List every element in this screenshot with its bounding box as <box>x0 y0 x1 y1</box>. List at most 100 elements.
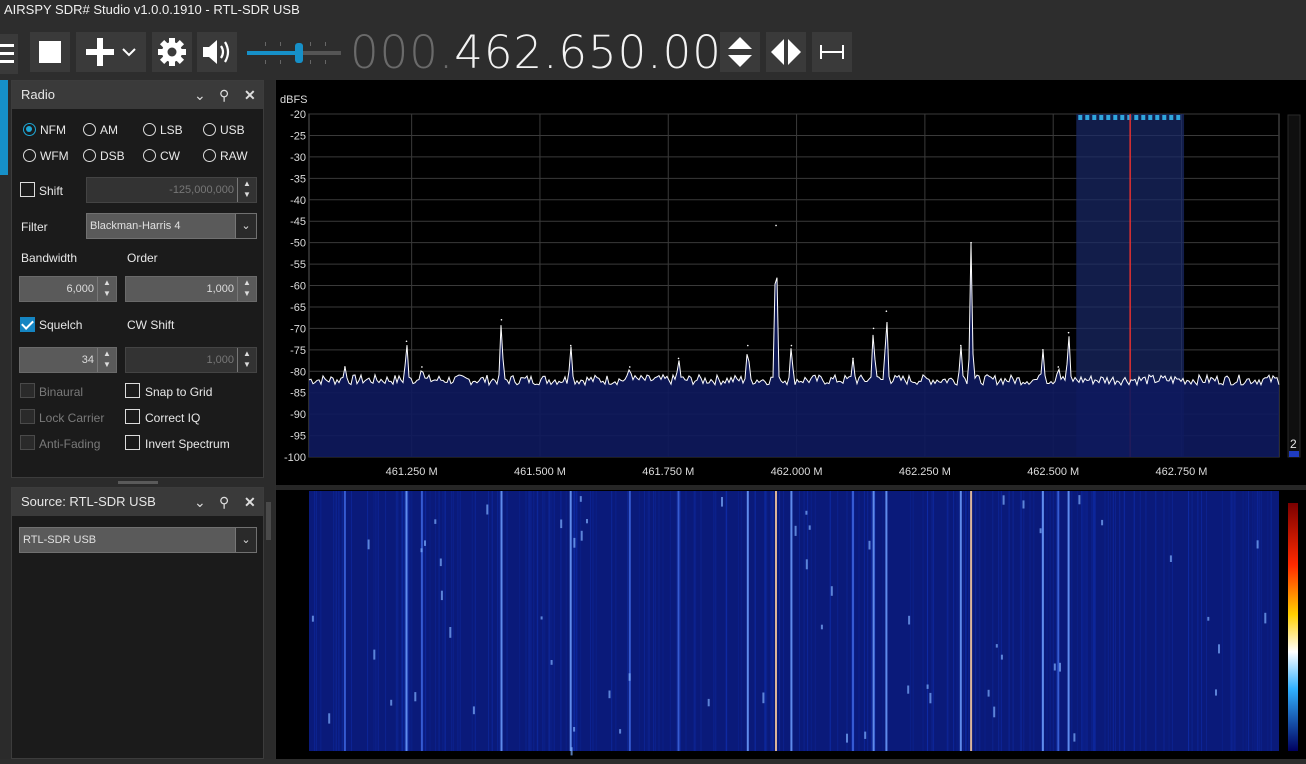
binaural-checkbox[interactable] <box>20 383 35 398</box>
chevron-down-icon[interactable]: ⌄ <box>235 214 256 238</box>
waterfall-column <box>1252 491 1254 751</box>
source-device-value: RTL-SDR USB <box>23 534 97 546</box>
chevron-down-icon[interactable]: ⌄ <box>235 528 256 552</box>
waterfall-burst <box>864 731 867 739</box>
spectrum-scrollbar[interactable] <box>1287 114 1301 458</box>
waterfall-column <box>638 491 640 751</box>
waterfall[interactable] <box>309 491 1279 756</box>
arrow-up-down-icon <box>728 37 752 67</box>
frequency-display[interactable]: 000.462.650.000 <box>350 26 752 80</box>
waterfall-splitter[interactable] <box>276 485 1306 490</box>
waterfall-column <box>992 491 994 751</box>
waterfall-column <box>497 491 499 751</box>
source-device-select[interactable]: RTL-SDR USB ⌄ <box>19 527 257 553</box>
waterfall-burst <box>907 685 910 694</box>
close-icon[interactable]: ✕ <box>244 488 256 516</box>
spectrum-peak <box>775 224 777 227</box>
shift-checkbox[interactable] <box>20 182 35 197</box>
mode-radio-lsb[interactable] <box>143 123 156 136</box>
mode-radio-wfm[interactable] <box>23 149 36 162</box>
spectrum-peak <box>747 344 749 347</box>
cwshift-spinner[interactable]: ▲ ▼ <box>237 348 256 372</box>
spectrum-scroll-thumb[interactable] <box>1289 451 1299 457</box>
left-panel-scrollbar[interactable] <box>266 502 271 540</box>
waterfall-column <box>643 491 645 751</box>
waterfall-column <box>519 491 521 751</box>
waterfall-column <box>333 491 334 751</box>
waterfall-column <box>968 491 970 751</box>
waterfall-column <box>1188 491 1190 751</box>
spectrum-chart[interactable]: dBFS -20 -25 -30 -35 -40 -45 -50 -55 -60 -65 -70 -7… <box>276 80 1306 759</box>
center-tune-button[interactable] <box>766 32 806 72</box>
invert-spectrum-checkbox[interactable] <box>125 435 140 450</box>
volume-slider[interactable] <box>245 40 345 66</box>
audio-mute-button[interactable] <box>197 32 237 72</box>
bandwidth-spinner[interactable]: ▲ ▼ <box>97 277 116 301</box>
squelch-checkbox[interactable] <box>20 317 35 332</box>
waterfall-column <box>375 491 377 751</box>
waterfall-column <box>313 491 315 751</box>
waterfall-column <box>474 491 476 751</box>
spectrum-display[interactable]: dBFS -20 -25 -30 -35 -40 -45 -50 -55 -60 -65 -70 -7… <box>276 80 1306 759</box>
correct-iq-checkbox[interactable] <box>125 409 140 424</box>
waterfall-burst <box>420 548 423 553</box>
menu-button[interactable] <box>0 34 18 74</box>
waterfall-column <box>341 491 343 751</box>
pin-icon[interactable]: ⚲ <box>219 81 229 109</box>
settings-button[interactable] <box>152 32 192 72</box>
close-icon[interactable]: ✕ <box>244 81 256 109</box>
y-tick-label: -50 <box>290 238 306 250</box>
mode-label-raw: RAW <box>220 149 248 163</box>
frequency-digits[interactable]: 462.650.000 <box>454 26 751 79</box>
waterfall-burst <box>573 537 576 548</box>
mode-radio-nfm[interactable] <box>23 123 36 136</box>
waterfall-burst <box>579 496 582 502</box>
mode-radio-am[interactable] <box>83 123 96 136</box>
mode-radio-dsb[interactable] <box>83 149 96 162</box>
collapse-chevron-icon[interactable]: ⌄ <box>194 488 206 516</box>
filter-edge-marker <box>1162 115 1167 120</box>
waterfall-column <box>425 491 427 751</box>
panel-splitter[interactable] <box>118 481 158 484</box>
source-panel-header: Source: RTL-SDR USB ⌄ ⚲ ✕ <box>12 488 263 516</box>
cwshift-input[interactable]: 1,000 ▲ ▼ <box>125 347 257 373</box>
shift-spinner[interactable]: ▲ ▼ <box>237 178 256 202</box>
arrow-left-right-icon <box>771 39 801 65</box>
order-input[interactable]: 1,000 ▲ ▼ <box>125 276 257 302</box>
waterfall-column <box>1206 491 1207 751</box>
spectrum-peak <box>1057 366 1060 368</box>
anti-fading-checkbox[interactable] <box>20 435 35 450</box>
mode-radio-usb[interactable] <box>203 123 216 136</box>
spectrum-peak <box>628 366 631 368</box>
waterfall-signal-trace <box>569 491 572 751</box>
waterfall-column <box>1052 491 1054 751</box>
filter-select[interactable]: Blackman-Harris 4 ⌄ <box>86 213 257 239</box>
collapse-chevron-icon[interactable]: ⌄ <box>194 81 206 109</box>
mode-radio-raw[interactable] <box>203 149 216 162</box>
waterfall-column <box>858 491 860 751</box>
filter-edge-marker <box>1141 115 1146 120</box>
waterfall-column <box>679 491 681 751</box>
shift-input[interactable]: -125,000,000 ▲ ▼ <box>86 177 257 203</box>
frequency-leading-digits[interactable]: 000. <box>350 26 454 79</box>
mode-radio-cw[interactable] <box>143 149 156 162</box>
snap-to-grid-checkbox[interactable] <box>125 383 140 398</box>
y-tick-label: -60 <box>290 281 306 293</box>
squelch-input[interactable]: 34 ▲ ▼ <box>19 347 117 373</box>
tune-step-button[interactable] <box>720 32 760 72</box>
stop-button[interactable] <box>30 32 70 72</box>
waterfall-burst <box>762 692 765 704</box>
waterfall-column <box>1254 491 1256 751</box>
pin-icon[interactable]: ⚲ <box>219 488 229 516</box>
bandwidth-input[interactable]: 6,000 ▲ ▼ <box>19 276 117 302</box>
lock-carrier-checkbox[interactable] <box>20 409 35 424</box>
waterfall-column <box>572 491 574 751</box>
span-button[interactable] <box>812 32 852 72</box>
waterfall-burst <box>472 706 475 715</box>
squelch-spinner[interactable]: ▲ ▼ <box>97 348 116 372</box>
waterfall-column <box>401 491 403 751</box>
waterfall-column <box>646 491 648 751</box>
order-spinner[interactable]: ▲ ▼ <box>237 277 256 301</box>
add-button[interactable] <box>76 32 146 72</box>
toolbar: 000.462.650.000 <box>0 22 1306 80</box>
